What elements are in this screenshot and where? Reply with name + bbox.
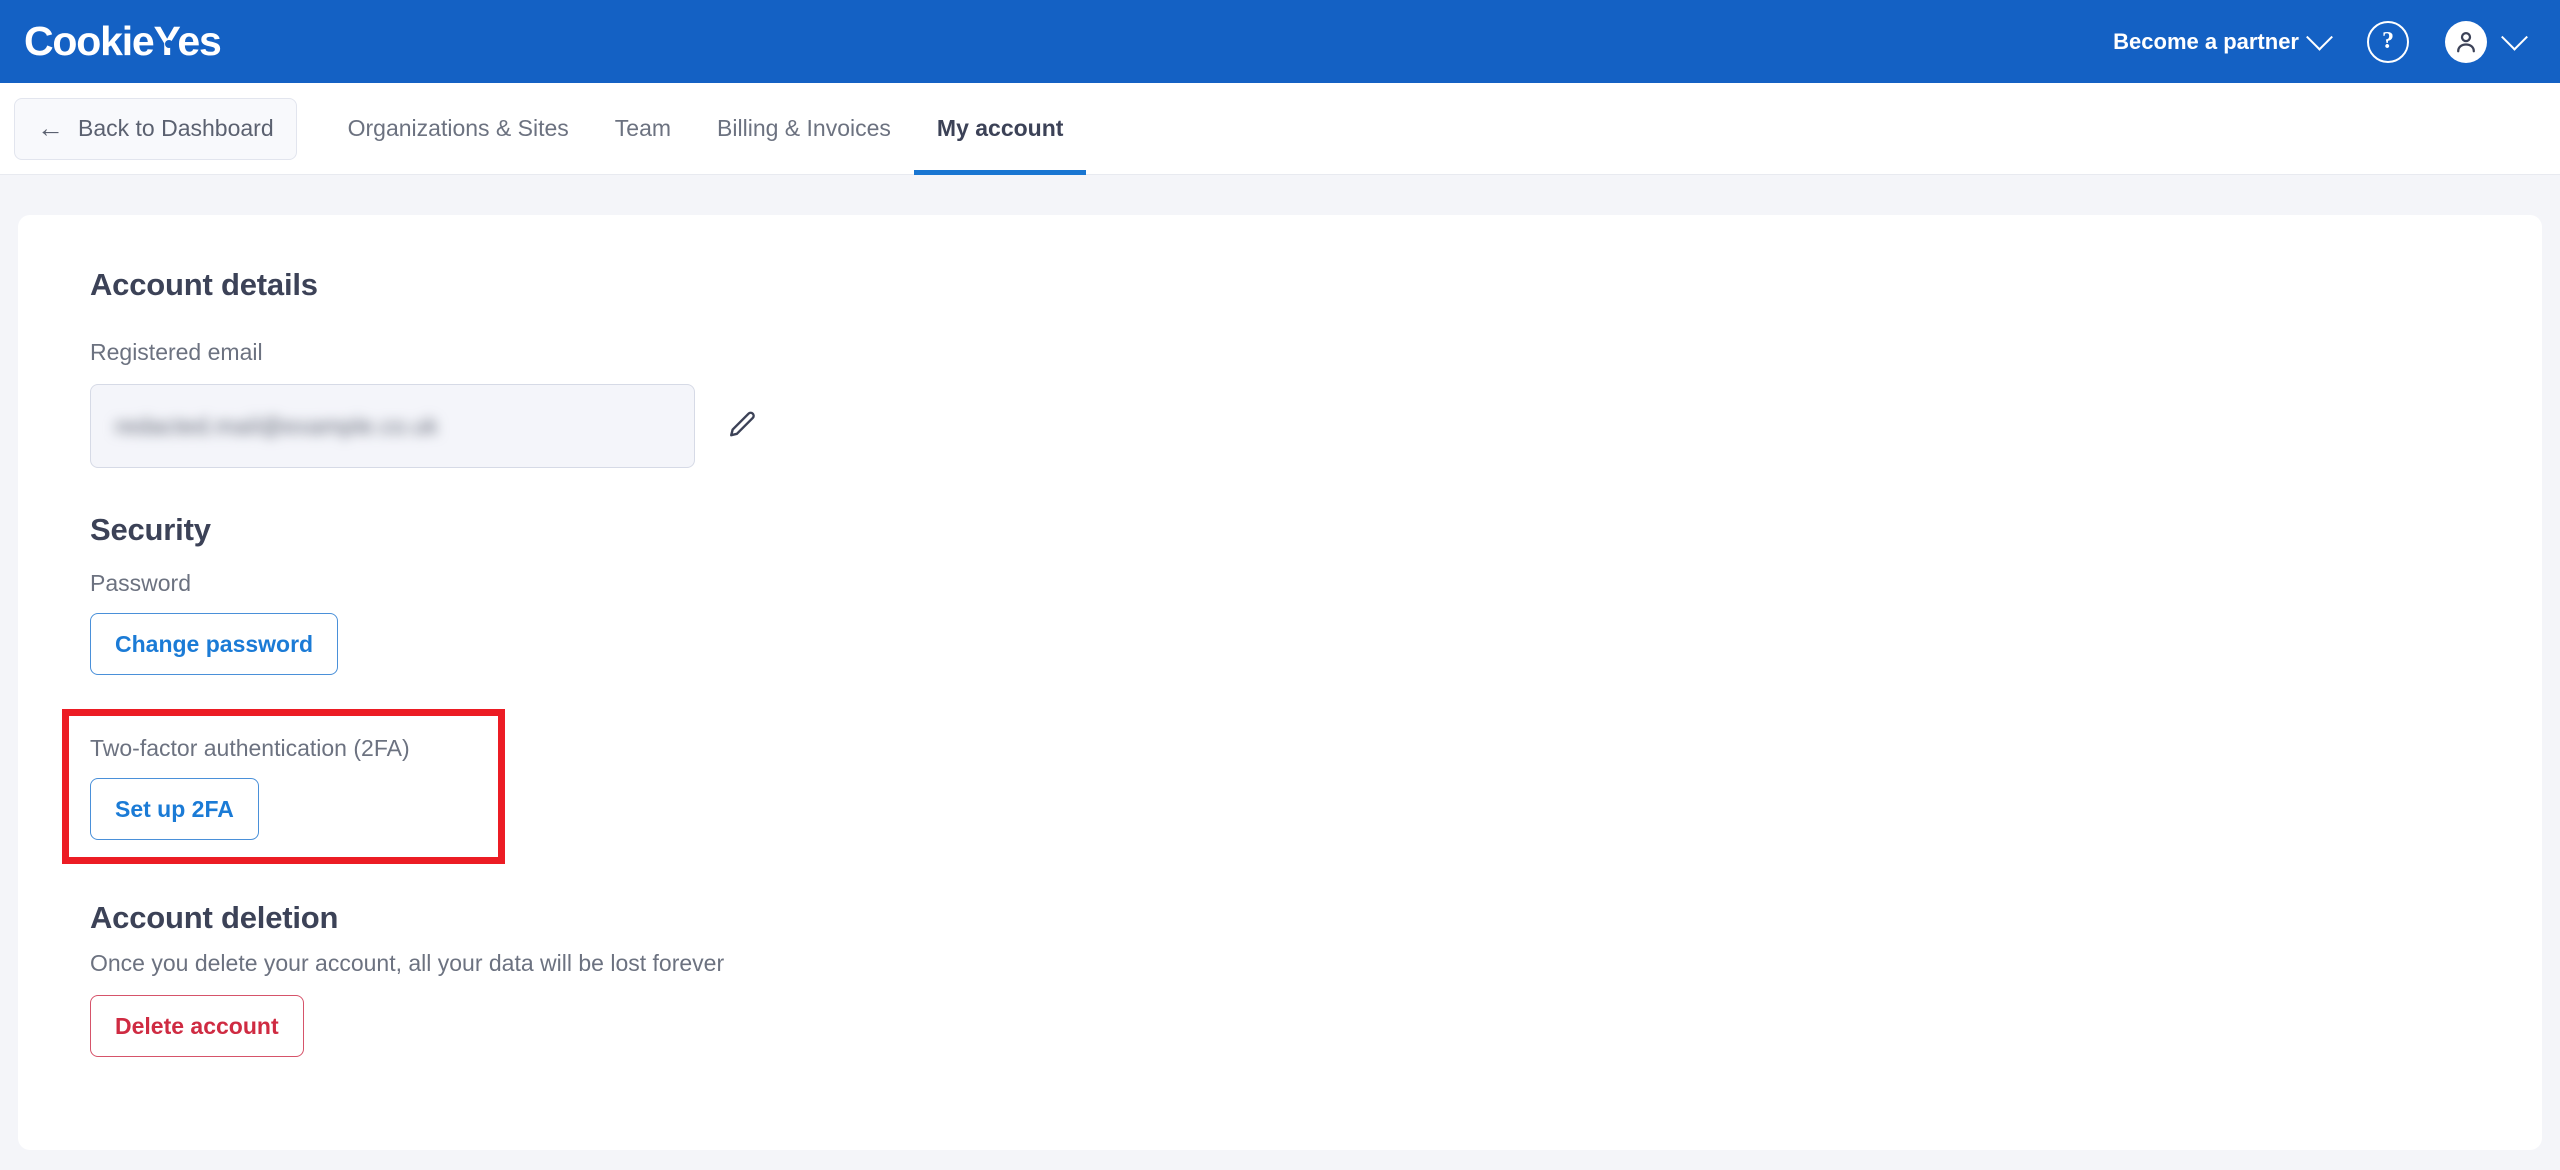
edit-email-button[interactable] xyxy=(721,405,763,447)
two-factor-authentication-block: Two-factor authentication (2FA) Set up 2… xyxy=(62,709,533,864)
cookieyes-logo[interactable]: Cookie Yes xyxy=(24,18,222,64)
delete-account-button[interactable]: Delete account xyxy=(90,995,304,1057)
help-circle-icon[interactable]: ? xyxy=(2367,20,2409,63)
help-glyph: ? xyxy=(2382,28,2394,54)
become-a-partner-label: Become a partner xyxy=(2113,28,2299,54)
password-label: Password xyxy=(90,570,191,596)
secondary-nav: ← Back to Dashboard Organizations & Site… xyxy=(0,83,2560,175)
account-deletion-description: Once you delete your account, all your d… xyxy=(90,950,725,976)
become-a-partner-menu[interactable]: Become a partner xyxy=(2113,23,2333,55)
set-up-2fa-button[interactable]: Set up 2FA xyxy=(90,778,259,840)
tab-organizations-and-sites[interactable]: Organizations & Sites xyxy=(325,83,592,175)
header-actions: Become a partner ? xyxy=(2113,20,2528,63)
back-to-dashboard-label: Back to Dashboard xyxy=(78,115,274,141)
security-heading: Security xyxy=(90,512,211,547)
registered-email-label: Registered email xyxy=(90,339,263,365)
logo-text-yes: Yes xyxy=(153,18,222,64)
twofa-label: Two-factor authentication (2FA) xyxy=(90,735,410,761)
user-glyph xyxy=(2457,31,2475,52)
tab-team[interactable]: Team xyxy=(592,83,694,175)
pencil-icon xyxy=(730,411,755,437)
arrow-left-icon: ← xyxy=(37,113,64,143)
app-header: Cookie Yes Become a partner ? xyxy=(0,0,2560,83)
user-avatar-icon[interactable] xyxy=(2445,20,2487,63)
logo-dot xyxy=(164,40,173,48)
account-deletion-heading: Account deletion xyxy=(90,900,339,935)
my-account-card: Account details Registered email redacte… xyxy=(18,215,2542,1150)
back-to-dashboard-button[interactable]: ← Back to Dashboard xyxy=(14,97,297,160)
account-details-heading: Account details xyxy=(90,267,318,302)
registered-email-value: redacted.mail@example.co.uk xyxy=(115,412,439,439)
change-password-button[interactable]: Change password xyxy=(90,613,339,675)
account-menu-chevron-down-icon[interactable] xyxy=(2501,23,2528,51)
tab-billing-and-invoices[interactable]: Billing & Invoices xyxy=(694,83,914,175)
registered-email-input[interactable]: redacted.mail@example.co.uk xyxy=(90,384,695,468)
logo-text-cookie: Cookie xyxy=(24,18,155,64)
chevron-down-icon xyxy=(2306,23,2333,51)
tab-my-account[interactable]: My account xyxy=(913,83,1087,175)
registered-email-row: redacted.mail@example.co.uk xyxy=(90,384,2470,468)
